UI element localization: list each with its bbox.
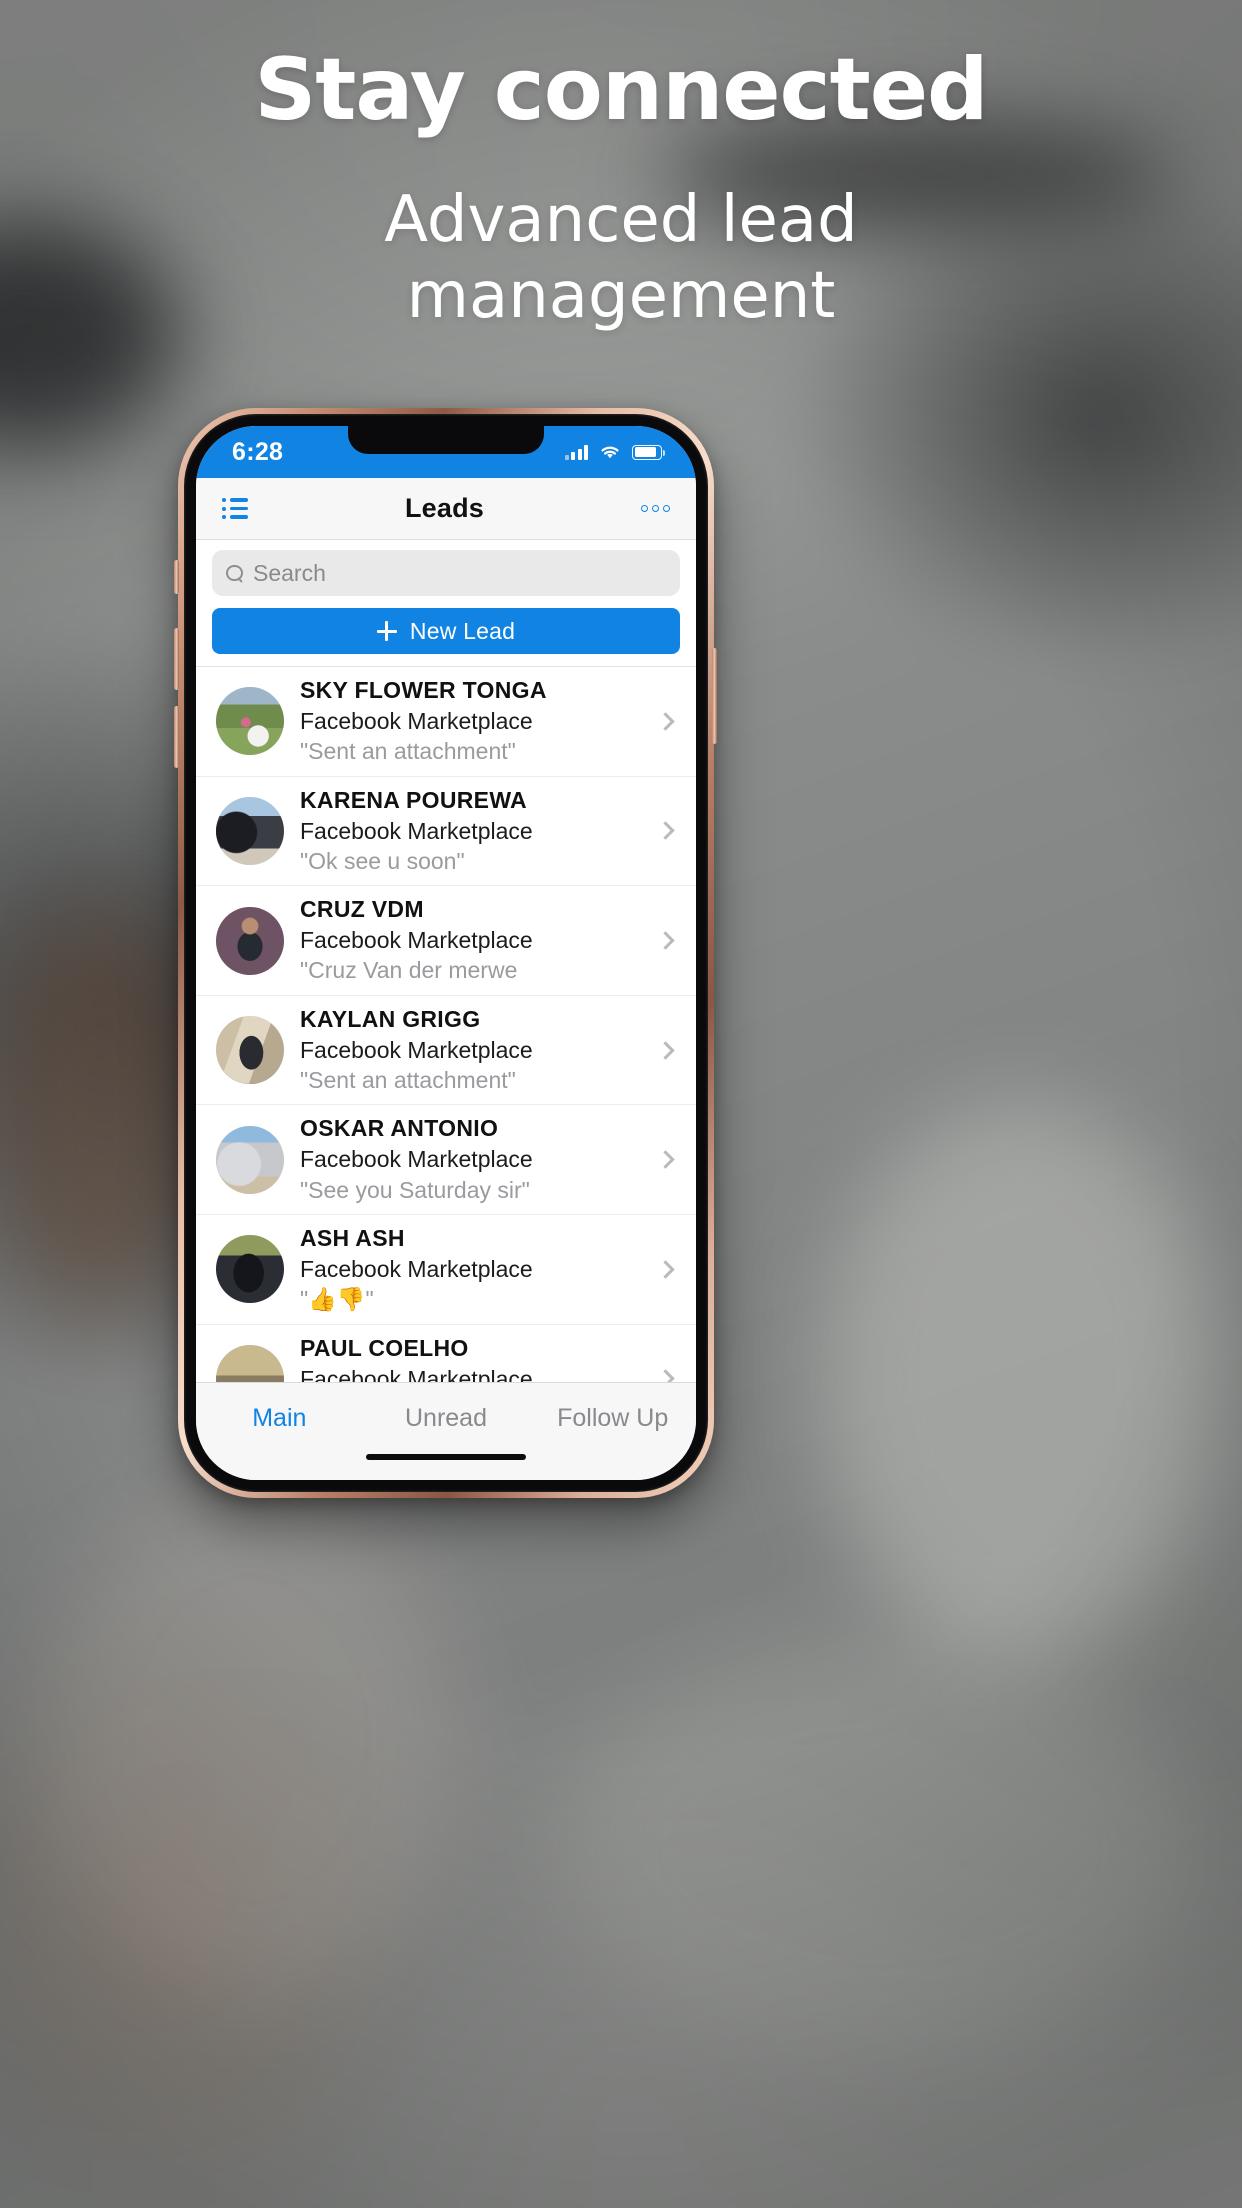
lead-source: Facebook Marketplace bbox=[300, 1255, 533, 1282]
lead-row[interactable]: KAYLAN GRIGG Facebook Marketplace "Sent an… bbox=[196, 996, 696, 1106]
tab-follow-up[interactable]: Follow Up bbox=[529, 1404, 696, 1433]
chevron-right-icon bbox=[656, 1150, 675, 1169]
lead-source: Facebook Marketplace bbox=[300, 1365, 533, 1382]
tab-unread[interactable]: Unread bbox=[363, 1404, 530, 1433]
phone-screen: 6:28 Leads Search New Lead SKY FLOWER TO… bbox=[196, 426, 696, 1480]
phone-mockup: 6:28 Leads Search New Lead SKY FLOWER TO… bbox=[178, 408, 714, 1498]
lead-row-text: KAYLAN GRIGG Facebook Marketplace "Sent an… bbox=[300, 1005, 643, 1096]
search-input[interactable]: Search bbox=[253, 560, 326, 587]
avatar bbox=[216, 1016, 284, 1085]
lead-message: "Ok see u soon" bbox=[300, 847, 465, 874]
new-lead-section: New Lead bbox=[196, 604, 696, 667]
phone-power-button[interactable] bbox=[712, 648, 717, 744]
lead-name: SKY FLOWER TONGA bbox=[300, 677, 547, 703]
avatar bbox=[216, 1235, 284, 1304]
promo-subheadline: Advanced lead management bbox=[0, 183, 1242, 334]
lead-source: Facebook Marketplace bbox=[300, 927, 533, 954]
avatar bbox=[216, 796, 284, 865]
lead-row-text: ASH ASH Facebook Marketplace "👍👎" bbox=[300, 1224, 643, 1315]
page-title: Leads bbox=[404, 493, 485, 523]
chevron-right-icon bbox=[656, 1369, 675, 1382]
lead-message: "Sent an attachment" bbox=[300, 1067, 516, 1094]
app-nav-bar: Leads bbox=[196, 478, 696, 540]
status-bar-clock: 6:28 bbox=[232, 437, 284, 466]
home-indicator-area bbox=[196, 1454, 696, 1480]
search-icon bbox=[226, 564, 243, 582]
wifi-icon bbox=[601, 446, 619, 459]
promo-subheadline-line2: management bbox=[406, 258, 836, 333]
lead-row[interactable]: KARENA POUREWA Facebook Marketplace "Ok se… bbox=[196, 777, 696, 887]
lead-source: Facebook Marketplace bbox=[300, 817, 533, 844]
avatar bbox=[216, 1344, 284, 1382]
chevron-right-icon bbox=[656, 821, 675, 841]
phone-volume-up-button[interactable] bbox=[174, 628, 179, 690]
phone-volume-down-button[interactable] bbox=[174, 706, 179, 768]
more-options-icon[interactable] bbox=[640, 505, 670, 512]
lead-message: "Cruz Van der merwe bbox=[300, 957, 518, 984]
status-bar-icons bbox=[564, 444, 666, 460]
avatar bbox=[216, 687, 284, 756]
lead-row-text: CRUZ VDM Facebook Marketplace "Cruz Van de… bbox=[300, 895, 643, 986]
lead-row[interactable]: SKY FLOWER TONGA Facebook Marketplace "Sen… bbox=[196, 667, 696, 777]
tab-main[interactable]: Main bbox=[196, 1404, 363, 1433]
lead-name: KAYLAN GRIGG bbox=[300, 1005, 481, 1032]
lead-row-text: SKY FLOWER TONGA Facebook Marketplace "Sen… bbox=[300, 676, 643, 767]
lead-name: PAUL COELHO bbox=[300, 1334, 469, 1361]
plus-icon bbox=[376, 621, 397, 641]
search-section: Search bbox=[196, 540, 696, 604]
lead-name: ASH ASH bbox=[300, 1225, 405, 1252]
chevron-right-icon bbox=[656, 1040, 675, 1060]
lead-message: "👍👎" bbox=[300, 1286, 374, 1313]
promo-headline: Stay connected bbox=[254, 40, 988, 140]
lead-row-text: PAUL COELHOFacebook Marketplace"Do u is … bbox=[300, 1334, 643, 1382]
tab-row: Main Unread Follow Up bbox=[196, 1383, 696, 1454]
chevron-right-icon bbox=[656, 931, 675, 950]
avatar bbox=[216, 1125, 284, 1194]
lead-source: Facebook Marketplace bbox=[300, 707, 533, 734]
promo-copy: Stay connected Advanced lead management bbox=[0, 40, 1242, 335]
cellular-signal-icon bbox=[564, 444, 588, 460]
lead-row[interactable]: PAUL COELHOFacebook Marketplace"Do u is … bbox=[196, 1325, 696, 1382]
lead-message: "Sent an attachment" bbox=[300, 738, 516, 765]
lead-row-text: KARENA POUREWA Facebook Marketplace "Ok se… bbox=[300, 786, 643, 877]
lead-name: KARENA POUREWA bbox=[300, 786, 527, 813]
chevron-right-icon bbox=[656, 712, 675, 731]
phone-mute-switch[interactable] bbox=[174, 560, 179, 594]
battery-icon bbox=[632, 444, 666, 460]
lead-row[interactable]: CRUZ VDM Facebook Marketplace "Cruz Van de… bbox=[196, 886, 696, 996]
lead-row-text: OSKAR ANTONIO Facebook Marketplace "See yo… bbox=[300, 1114, 643, 1205]
avatar bbox=[216, 906, 284, 975]
phone-notch bbox=[348, 426, 544, 454]
lead-name: CRUZ VDM bbox=[300, 896, 424, 923]
new-lead-button[interactable]: New Lead bbox=[212, 608, 680, 654]
bottom-tab-bar: Main Unread Follow Up bbox=[196, 1382, 696, 1480]
lead-source: Facebook Marketplace bbox=[300, 1036, 533, 1063]
new-lead-button-label: New Lead bbox=[409, 617, 516, 644]
list-menu-icon[interactable] bbox=[222, 498, 248, 519]
home-indicator[interactable] bbox=[366, 1454, 526, 1460]
lead-row[interactable]: OSKAR ANTONIO Facebook Marketplace "See yo… bbox=[196, 1105, 696, 1216]
search-bar[interactable]: Search bbox=[212, 550, 680, 596]
lead-source: Facebook Marketplace bbox=[300, 1146, 533, 1173]
lead-name: OSKAR ANTONIO bbox=[300, 1115, 499, 1142]
phone-bezel: 6:28 Leads Search New Lead SKY FLOWER TO… bbox=[184, 414, 708, 1492]
chevron-right-icon bbox=[656, 1260, 675, 1279]
promo-subheadline-line1: Advanced lead bbox=[384, 183, 858, 258]
lead-message: "See you Saturday sir" bbox=[300, 1176, 530, 1203]
lead-row[interactable]: ASH ASH Facebook Marketplace "👍👎" bbox=[196, 1215, 696, 1325]
status-bar: 6:28 bbox=[196, 426, 696, 478]
lead-list[interactable]: SKY FLOWER TONGA Facebook Marketplace "Sen… bbox=[196, 667, 696, 1382]
